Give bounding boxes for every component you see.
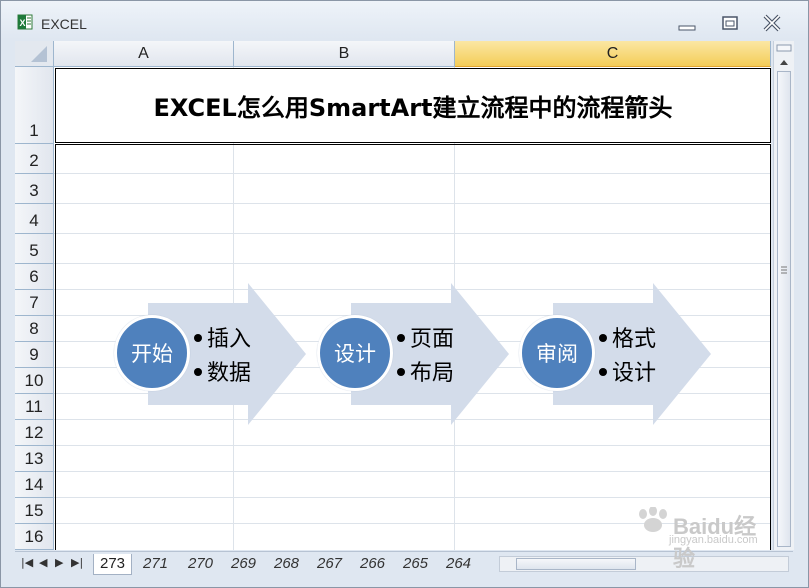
- title-bar: X EXCEL: [1, 1, 808, 39]
- bullet-dot-icon: [599, 368, 607, 376]
- excel-app-icon: X: [17, 14, 33, 30]
- svg-text:X: X: [20, 18, 26, 28]
- column-header-b[interactable]: B: [234, 41, 455, 67]
- step-bullet: 数据: [194, 355, 251, 387]
- sheet-tab-266[interactable]: 266: [360, 554, 385, 574]
- baidu-watermark: Baidu经验 jingyan.baidu.com: [633, 507, 773, 571]
- paw-logo-icon: [639, 507, 667, 532]
- step-bullet: 布局: [397, 355, 454, 387]
- sheet-tab-269[interactable]: 269: [231, 554, 256, 574]
- bullet-dot-icon: [194, 368, 202, 376]
- row-header-15[interactable]: 15: [15, 498, 54, 524]
- last-sheet-icon[interactable]: ▶|: [71, 556, 83, 569]
- vertical-scroll-thumb[interactable]: [777, 71, 791, 547]
- minimize-icon[interactable]: [675, 13, 701, 35]
- bullet-dot-icon: [397, 368, 405, 376]
- scroll-up-icon[interactable]: [774, 55, 794, 69]
- sheet-tab-265[interactable]: 265: [403, 554, 428, 574]
- step-bullet: 页面: [397, 321, 454, 353]
- grip-icon: [781, 266, 787, 274]
- row-header-7[interactable]: 7: [15, 290, 54, 316]
- restore-icon[interactable]: [717, 13, 743, 35]
- row-header-8[interactable]: 8: [15, 316, 54, 342]
- select-all-corner[interactable]: [15, 41, 54, 67]
- sheet-tab-270[interactable]: 270: [188, 554, 213, 574]
- row-header-3[interactable]: 3: [15, 174, 54, 204]
- sheet-tab-271[interactable]: 271: [143, 554, 168, 574]
- sheet-tab-267[interactable]: 267: [317, 554, 342, 574]
- process-step-3[interactable]: 审阅 格式 设计: [519, 283, 719, 425]
- horizontal-scroll-thumb[interactable]: [516, 558, 636, 570]
- close-icon[interactable]: [759, 13, 785, 35]
- row-header-9[interactable]: 9: [15, 342, 54, 368]
- first-sheet-icon[interactable]: |◀: [21, 556, 33, 569]
- sheet-tab-273[interactable]: 273: [93, 554, 133, 575]
- title-cell[interactable]: EXCEL怎么用SmartArt建立流程中的流程箭头: [55, 68, 771, 143]
- excel-window: X EXCEL A B C 1 2 3 4 5 6 7 8 9 10 11 12…: [0, 0, 809, 588]
- step-bullet: 设计: [599, 355, 656, 387]
- row-header-13[interactable]: 13: [15, 446, 54, 472]
- row-header-12[interactable]: 12: [15, 420, 54, 446]
- bullet-dot-icon: [194, 334, 202, 342]
- prev-sheet-icon[interactable]: ◀: [39, 556, 47, 569]
- step-bullet: 插入: [194, 321, 251, 353]
- window-title: EXCEL: [41, 16, 87, 32]
- row-header-1[interactable]: 1: [15, 67, 54, 144]
- step-bullet: 格式: [599, 321, 656, 353]
- process-step-1[interactable]: 开始 插入 数据: [114, 283, 314, 425]
- spreadsheet-grid[interactable]: A B C 1 2 3 4 5 6 7 8 9 10 11 12 13 14 1…: [15, 41, 771, 550]
- step-circle: 设计: [317, 315, 393, 391]
- watermark-url: jingyan.baidu.com: [669, 534, 758, 546]
- step-circle: 审阅: [519, 315, 595, 391]
- row-header-4[interactable]: 4: [15, 204, 54, 234]
- next-sheet-icon[interactable]: ▶: [55, 556, 63, 569]
- split-handle-icon[interactable]: [774, 43, 794, 55]
- column-header-a[interactable]: A: [54, 41, 234, 67]
- step-circle: 开始: [114, 315, 190, 391]
- bullet-dot-icon: [397, 334, 405, 342]
- row-header-14[interactable]: 14: [15, 472, 54, 498]
- select-all-icon: [31, 46, 47, 62]
- sheet-tab-264[interactable]: 264: [446, 554, 471, 574]
- row-header-6[interactable]: 6: [15, 264, 54, 290]
- bullet-dot-icon: [599, 334, 607, 342]
- vertical-scrollbar[interactable]: [773, 41, 794, 550]
- row-header-16[interactable]: 16: [15, 524, 54, 550]
- row-header-10[interactable]: 10: [15, 368, 54, 394]
- row-header-11[interactable]: 11: [15, 394, 54, 420]
- row-header-2[interactable]: 2: [15, 144, 54, 174]
- process-step-2[interactable]: 设计 页面 布局: [317, 283, 517, 425]
- row-header-5[interactable]: 5: [15, 234, 54, 264]
- sheet-tab-268[interactable]: 268: [274, 554, 299, 574]
- column-header-c[interactable]: C: [455, 41, 771, 67]
